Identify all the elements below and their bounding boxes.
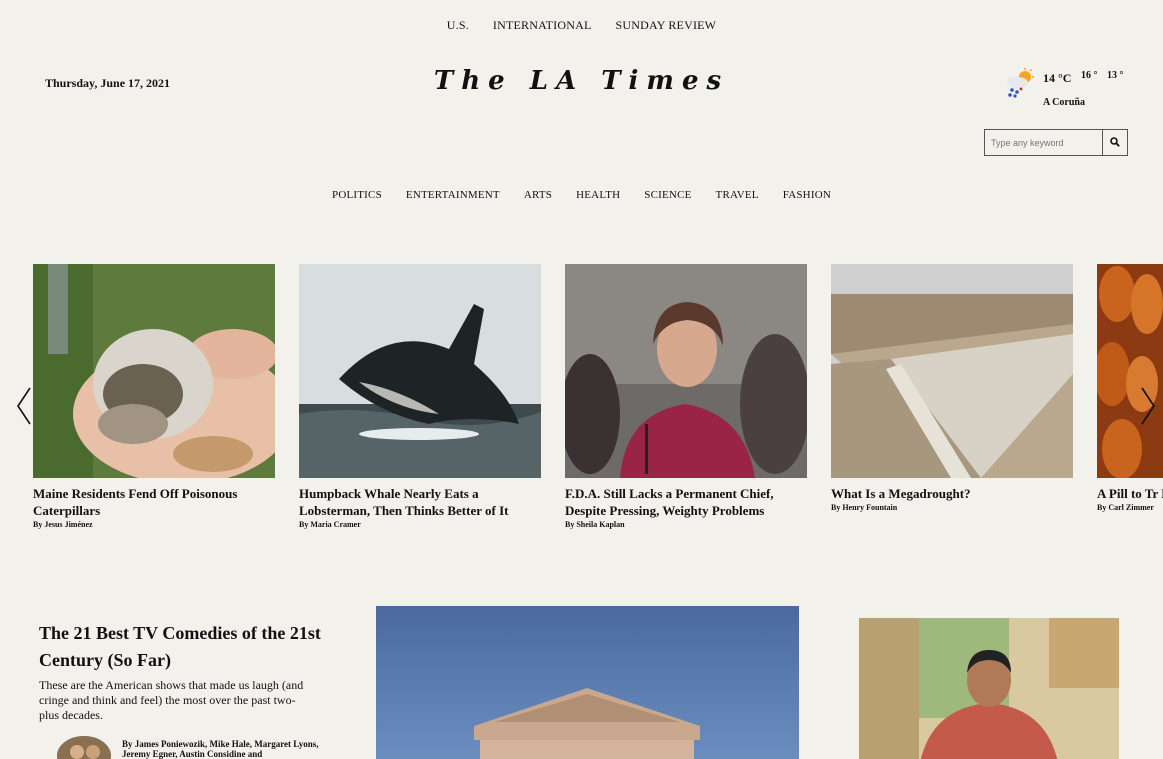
category-arts[interactable]: ARTS — [524, 189, 552, 201]
category-nav: POLITICS ENTERTAINMENT ARTS HEALTH SCIEN… — [0, 185, 1163, 203]
author-avatar — [57, 736, 111, 759]
article-title[interactable]: F.D.A. Still Lacks a Permanent Chief, De… — [565, 485, 807, 519]
category-health[interactable]: HEALTH — [576, 189, 620, 201]
search-form — [984, 129, 1128, 156]
category-politics[interactable]: POLITICS — [332, 189, 382, 201]
article-title[interactable]: What Is a Megadrought? — [831, 485, 1073, 502]
carousel-card[interactable]: What Is a Megadrought? By Henry Fountain — [831, 264, 1073, 512]
category-entertainment[interactable]: ENTERTAINMENT — [406, 189, 500, 201]
category-fashion[interactable]: FASHION — [783, 189, 831, 201]
carousel-card[interactable]: Humpback Whale Nearly Eats a Lobsterman,… — [299, 264, 541, 529]
article-byline: By Sheila Kaplan — [565, 520, 625, 529]
weather-city: A Coruña — [1043, 97, 1085, 108]
site-logo[interactable]: The LA Times — [0, 66, 1163, 96]
search-input[interactable] — [984, 129, 1103, 156]
article-title[interactable]: A Pill to Tr Betting on — [1097, 485, 1163, 502]
article-byline: By Maria Cramer — [299, 520, 361, 529]
weather-low: 13 ° — [1107, 70, 1124, 81]
nav-link-international[interactable]: INTERNATIONAL — [493, 18, 592, 32]
article-title[interactable]: Maine Residents Fend Off Poisonous Cater… — [33, 485, 275, 519]
article-title[interactable]: Humpback Whale Nearly Eats a Lobsterman,… — [299, 485, 541, 519]
feature-byline: By James Poniewozik, Mike Hale, Margaret… — [122, 739, 319, 759]
supreme-court-image[interactable] — [376, 606, 799, 759]
chevron-left-icon — [14, 387, 34, 430]
category-science[interactable]: SCIENCE — [644, 189, 691, 201]
feature-title[interactable]: The 21 Best TV Comedies of the 21st Cent… — [39, 620, 329, 674]
article-byline: By Henry Fountain — [831, 503, 898, 512]
article-image-fda[interactable] — [565, 264, 807, 478]
news-carousel: Maine Residents Fend Off Poisonous Cater… — [33, 264, 1163, 534]
search-button[interactable] — [1103, 129, 1128, 156]
chef-image[interactable] — [859, 618, 1119, 759]
carousel-card[interactable]: Maine Residents Fend Off Poisonous Cater… — [33, 264, 275, 529]
article-image-caterpillars[interactable] — [33, 264, 275, 478]
article-image-pill[interactable] — [1097, 264, 1163, 478]
carousel-next-button[interactable] — [1138, 386, 1158, 426]
chevron-right-icon — [1138, 387, 1158, 430]
partly-cloudy-rain-icon — [1004, 68, 1036, 98]
article-image-whale[interactable] — [299, 264, 541, 478]
weather-temperature: 14 °C — [1043, 71, 1072, 85]
carousel-prev-button[interactable] — [14, 386, 34, 426]
article-byline: By Jesus Jiménez — [33, 520, 93, 529]
category-travel[interactable]: TRAVEL — [716, 189, 759, 201]
carousel-card[interactable]: F.D.A. Still Lacks a Permanent Chief, De… — [565, 264, 807, 529]
article-image-megadrought[interactable] — [831, 264, 1073, 478]
nav-link-sunday-review[interactable]: SUNDAY REVIEW — [616, 18, 717, 32]
top-section-nav: U.S. INTERNATIONAL SUNDAY REVIEW — [0, 16, 1163, 34]
weather-widget: 14 °C 16 ° 13 ° A Coruña — [1004, 66, 1144, 110]
feature-article: The 21 Best TV Comedies of the 21st Cent… — [39, 620, 329, 759]
nav-link-us[interactable]: U.S. — [447, 18, 469, 32]
weather-high: 16 ° — [1081, 70, 1098, 81]
feature-summary: These are the American shows that made u… — [39, 678, 304, 722]
search-icon — [1110, 135, 1120, 150]
article-byline: By Carl Zimmer — [1097, 503, 1154, 512]
